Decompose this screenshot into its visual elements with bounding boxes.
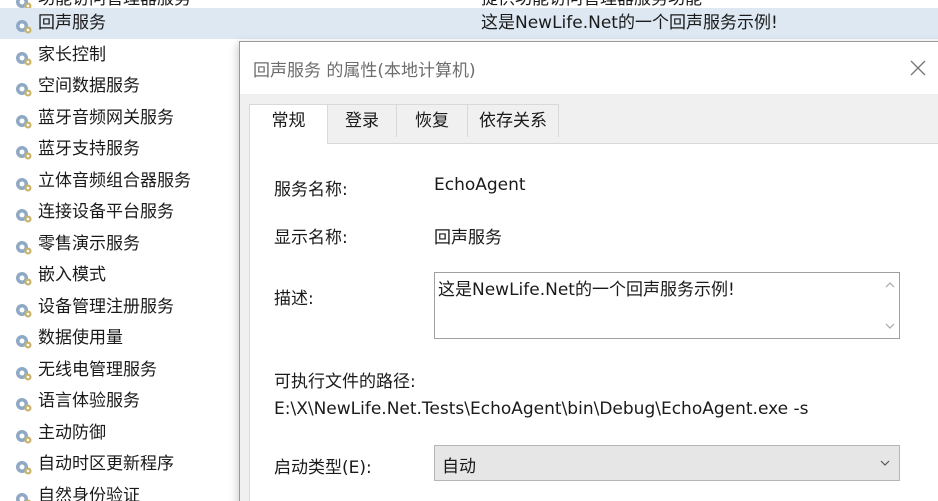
- service-name: 设备管理注册服务: [38, 296, 174, 317]
- display-name-value: 回声服务: [434, 228, 502, 248]
- tab-recovery[interactable]: 恢复: [396, 104, 468, 137]
- chevron-down-icon: [880, 460, 890, 466]
- gear-icon: [13, 204, 33, 223]
- gear-icon: [13, 236, 33, 254]
- tab-logon[interactable]: 登录: [327, 104, 397, 137]
- service-name: 立体音频组合器服务: [38, 170, 191, 191]
- gear-icon: [13, 141, 33, 160]
- service-row[interactable]: 回声服务 这是NewLife.Net的一个回声服务示例!: [0, 8, 938, 39]
- gear-icon: [13, 110, 33, 128]
- service-name-label: 服务名称:: [274, 180, 348, 200]
- service-name: 空间数据服务: [38, 76, 140, 96]
- service-name-value: EchoAgent: [434, 175, 526, 195]
- dialog-titlebar[interactable]: 回声服务 的属性(本地计算机): [240, 42, 938, 94]
- service-name: 蓝牙音频网关服务: [38, 107, 174, 128]
- service-name: 回声服务: [38, 13, 106, 33]
- gear-icon: [13, 267, 33, 286]
- description-text: 这是NewLife.Net的一个回声服务示例!: [438, 280, 735, 300]
- description-textbox[interactable]: 这是NewLife.Net的一个回声服务示例!: [434, 272, 900, 339]
- startup-type-label: 启动类型(E):: [274, 458, 372, 478]
- description-label: 描述:: [274, 289, 314, 309]
- service-name: 零售演示服务: [38, 233, 140, 254]
- service-name: 自然身份验证: [38, 485, 140, 501]
- dialog-title: 回声服务 的属性(本地计算机): [253, 61, 476, 81]
- tab-general[interactable]: 常规: [249, 104, 328, 144]
- service-name: 家长控制: [38, 44, 106, 65]
- services-window: 功能访问管理器服务 提供功能访问管理器服务功能 回声服务这是NewLife.Ne…: [0, 0, 938, 501]
- executable-path-label: 可执行文件的路径:: [274, 372, 416, 392]
- service-name: 连接设备平台服务: [38, 202, 174, 222]
- service-name: 自动时区更新程序: [38, 454, 174, 474]
- gear-icon: [13, 330, 33, 349]
- service-name: 嵌入模式: [38, 265, 106, 285]
- startup-type-value: 自动: [442, 457, 476, 477]
- gear-icon: [13, 15, 33, 34]
- service-name: 数据使用量: [38, 328, 123, 348]
- gear-icon: [13, 362, 33, 380]
- service-name: 无线电管理服务: [38, 359, 157, 380]
- gear-icon: [13, 78, 33, 97]
- chevron-down-icon[interactable]: [884, 322, 896, 330]
- chevron-up-icon[interactable]: [884, 281, 896, 289]
- service-name: 蓝牙支持服务: [38, 139, 140, 159]
- description-scrollbar[interactable]: [881, 273, 899, 338]
- gear-icon: [13, 425, 33, 443]
- gear-icon: [13, 488, 33, 501]
- service-properties-dialog: 回声服务 的属性(本地计算机) 常规 登录 恢复 依存关系 服务名称: Echo…: [239, 41, 938, 501]
- gear-icon: [13, 299, 33, 317]
- service-name: 语言体验服务: [38, 391, 140, 411]
- gear-icon: [13, 47, 33, 65]
- gear-icon: [13, 393, 33, 412]
- close-icon: [910, 60, 926, 76]
- tab-dependencies[interactable]: 依存关系: [467, 104, 559, 137]
- close-button[interactable]: [904, 54, 932, 82]
- executable-path-value: E:\X\NewLife.Net.Tests\EchoAgent\bin\Deb…: [274, 399, 809, 419]
- gear-icon: [13, 456, 33, 475]
- service-description: 这是NewLife.Net的一个回声服务示例!: [481, 13, 778, 33]
- service-name: 主动防御: [38, 422, 106, 443]
- gear-icon: [13, 173, 33, 191]
- tab-strip: 常规 登录 恢复 依存关系: [240, 94, 938, 144]
- startup-type-select[interactable]: 自动: [434, 445, 900, 481]
- general-tab-panel: 服务名称: EchoAgent 显示名称: 回声服务 描述: 这是NewLife…: [249, 143, 938, 501]
- display-name-label: 显示名称:: [274, 228, 348, 248]
